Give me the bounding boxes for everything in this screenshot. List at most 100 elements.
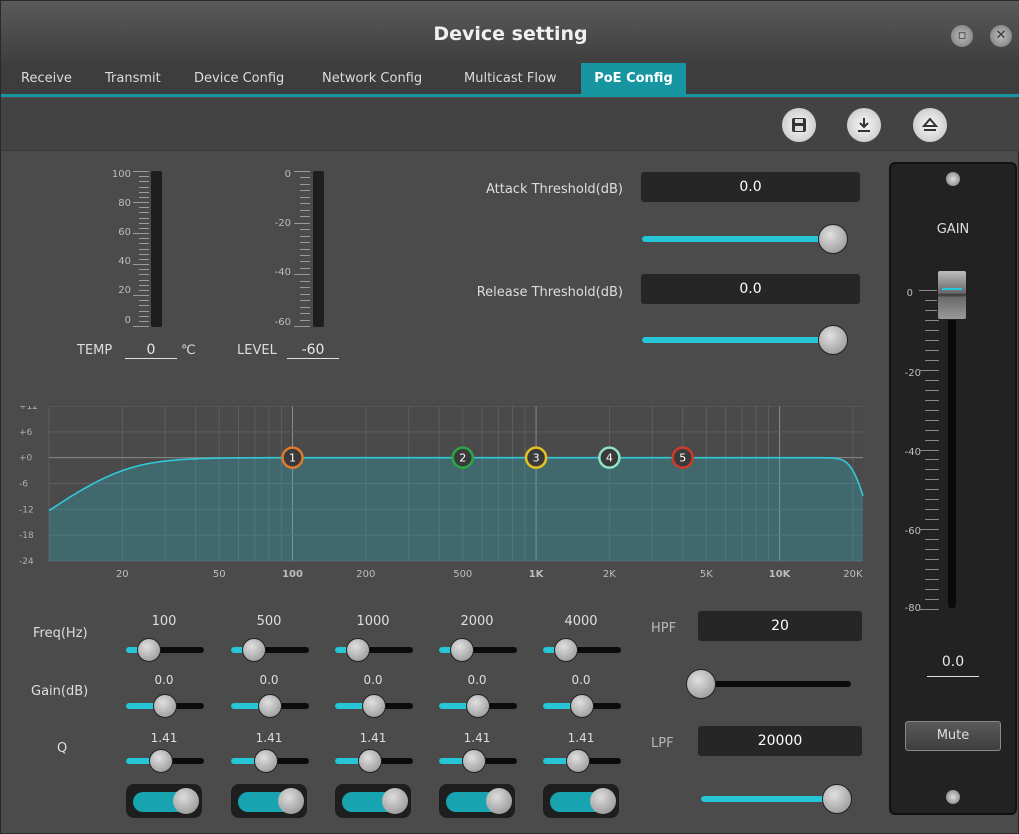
eq-x-tick: 2K <box>603 569 616 580</box>
attack-threshold-field[interactable]: 0.0 <box>641 172 860 202</box>
band-4-q-value: 1.41 <box>463 731 491 745</box>
band-5-freq-slider-knob[interactable] <box>554 638 578 662</box>
lpf-knob[interactable] <box>822 784 852 814</box>
band-1-gain-value: 0.0 <box>154 673 174 687</box>
tab-device-config[interactable]: Device Config <box>194 63 300 94</box>
band-2-gain-slider-knob[interactable] <box>258 694 282 718</box>
svg-text:2: 2 <box>459 452 466 465</box>
band-3-q-slider[interactable] <box>335 749 413 773</box>
band-1-q-value: 1.41 <box>150 731 178 745</box>
release-threshold-slider[interactable] <box>642 325 848 355</box>
minimize-button[interactable]: ▫ <box>951 25 973 47</box>
eject-button[interactable] <box>913 108 947 142</box>
band-4-freq-slider[interactable] <box>439 638 517 662</box>
release-threshold-field[interactable]: 0.0 <box>641 274 860 304</box>
tab-poe-config[interactable]: PoE Config <box>581 63 686 94</box>
eq-band-marker-4[interactable]: 4 <box>598 446 621 469</box>
eq-band-marker-3[interactable]: 3 <box>524 446 548 469</box>
band-2-freq-slider[interactable] <box>231 638 309 662</box>
eq-band-marker-1[interactable]: 1 <box>281 446 304 469</box>
band-2-q-slider-knob[interactable] <box>254 749 278 773</box>
band-5-gain-slider-knob[interactable] <box>570 694 594 718</box>
band-3-freq-slider[interactable] <box>335 638 413 662</box>
band-4-gain-slider[interactable] <box>439 694 517 718</box>
tab-multicast-flow[interactable]: Multicast Flow <box>464 63 572 94</box>
eq-x-tick: 100 <box>282 569 303 580</box>
band-1-q-slider[interactable] <box>126 749 204 773</box>
band-5-enable-toggle[interactable] <box>543 784 619 818</box>
band-1-gain-slider-knob[interactable] <box>153 694 177 718</box>
close-icon: ✕ <box>995 28 1007 43</box>
band-3-gain-slider-knob[interactable] <box>362 694 386 718</box>
band-2-freq-slider-knob[interactable] <box>242 638 266 662</box>
eq-y-tick: +0 <box>19 454 33 464</box>
band-2-enable-toggle[interactable] <box>231 784 307 818</box>
gain-fader-track[interactable] <box>948 282 956 608</box>
band-3-enable-toggle[interactable] <box>335 784 411 818</box>
attack-threshold-slider[interactable] <box>642 224 848 254</box>
level-value: -60 <box>287 342 339 359</box>
gain-label: Gain(dB) <box>31 684 89 699</box>
band-4-q-slider-knob[interactable] <box>462 749 486 773</box>
eq-band-marker-5[interactable]: 5 <box>671 446 694 469</box>
band-1-enable-toggle[interactable] <box>126 784 202 818</box>
band-4-freq-slider-knob[interactable] <box>450 638 474 662</box>
freq-label: Freq(Hz) <box>33 626 88 641</box>
save-button[interactable] <box>782 108 816 142</box>
attack-threshold-label: Attack Threshold(dB) <box>485 182 623 197</box>
device-setting-window: Device setting ▫ ✕ Receive Transmit Devi… <box>0 0 1019 834</box>
tab-receive[interactable]: Receive <box>21 63 81 94</box>
band-3-freq-slider-knob[interactable] <box>346 638 370 662</box>
release-threshold-knob[interactable] <box>818 325 848 355</box>
eq-graph[interactable]: +12 +6 +0 -6 -12 -18 -24 20 50 100 200 500 1K 2K 5K 10K… <box>1 406 871 581</box>
gain-value: 0.0 <box>927 654 979 677</box>
screw-icon <box>946 172 960 186</box>
band-3-gain-slider[interactable] <box>335 694 413 718</box>
tab-network-config[interactable]: Network Config <box>322 63 440 94</box>
gain-title: GAIN <box>936 222 970 237</box>
gain-scale-40: -40 <box>904 447 921 458</box>
band-3-gain-value: 0.0 <box>363 673 383 687</box>
band-5-freq-slider[interactable] <box>543 638 621 662</box>
band-4-gain-slider-knob[interactable] <box>466 694 490 718</box>
lpf-field[interactable]: 20000 <box>698 726 862 756</box>
eject-icon <box>921 117 939 131</box>
band-2-freq-value: 500 <box>256 614 282 629</box>
hpf-knob[interactable] <box>686 669 716 699</box>
temp-bar <box>151 171 162 327</box>
band-4-enable-toggle[interactable] <box>439 784 515 818</box>
release-threshold-label: Release Threshold(dB) <box>476 285 623 300</box>
temp-scale-60: 60 <box>118 227 131 238</box>
eq-y-tick: -18 <box>19 531 34 541</box>
level-scale-0: 0 <box>284 169 291 180</box>
download-button[interactable] <box>847 108 881 142</box>
band-2-q-slider[interactable] <box>231 749 309 773</box>
band-4-q-slider[interactable] <box>439 749 517 773</box>
band-5-q-slider-knob[interactable] <box>566 749 590 773</box>
band-2-gain-slider[interactable] <box>231 694 309 718</box>
band-3-q-slider-knob[interactable] <box>358 749 382 773</box>
band-1-gain-slider[interactable] <box>126 694 204 718</box>
lpf-slider[interactable] <box>701 784 852 814</box>
gain-scale-0: 0 <box>906 288 913 299</box>
hpf-field[interactable]: 20 <box>698 611 862 641</box>
attack-threshold-knob[interactable] <box>818 224 848 254</box>
band-2-gain-value: 0.0 <box>259 673 279 687</box>
band-5-q-slider[interactable] <box>543 749 621 773</box>
gain-fader-knob[interactable] <box>937 270 967 320</box>
screw-icon <box>946 790 960 804</box>
temp-scale-80: 80 <box>118 198 131 209</box>
eq-x-tick: 20 <box>116 569 129 580</box>
eq-band-marker-2[interactable]: 2 <box>451 446 475 469</box>
save-icon <box>792 118 806 132</box>
eq-x-tick: 50 <box>213 569 226 580</box>
band-1-q-slider-knob[interactable] <box>149 749 173 773</box>
band-1-freq-slider[interactable] <box>126 638 204 662</box>
band-1-freq-slider-knob[interactable] <box>137 638 161 662</box>
band-5-gain-slider[interactable] <box>543 694 621 718</box>
title-bar: Device setting ▫ ✕ <box>1 1 1019 63</box>
hpf-slider[interactable] <box>686 669 851 699</box>
mute-button[interactable]: Mute <box>905 721 1001 751</box>
tab-transmit[interactable]: Transmit <box>105 63 173 94</box>
close-button[interactable]: ✕ <box>990 25 1012 47</box>
